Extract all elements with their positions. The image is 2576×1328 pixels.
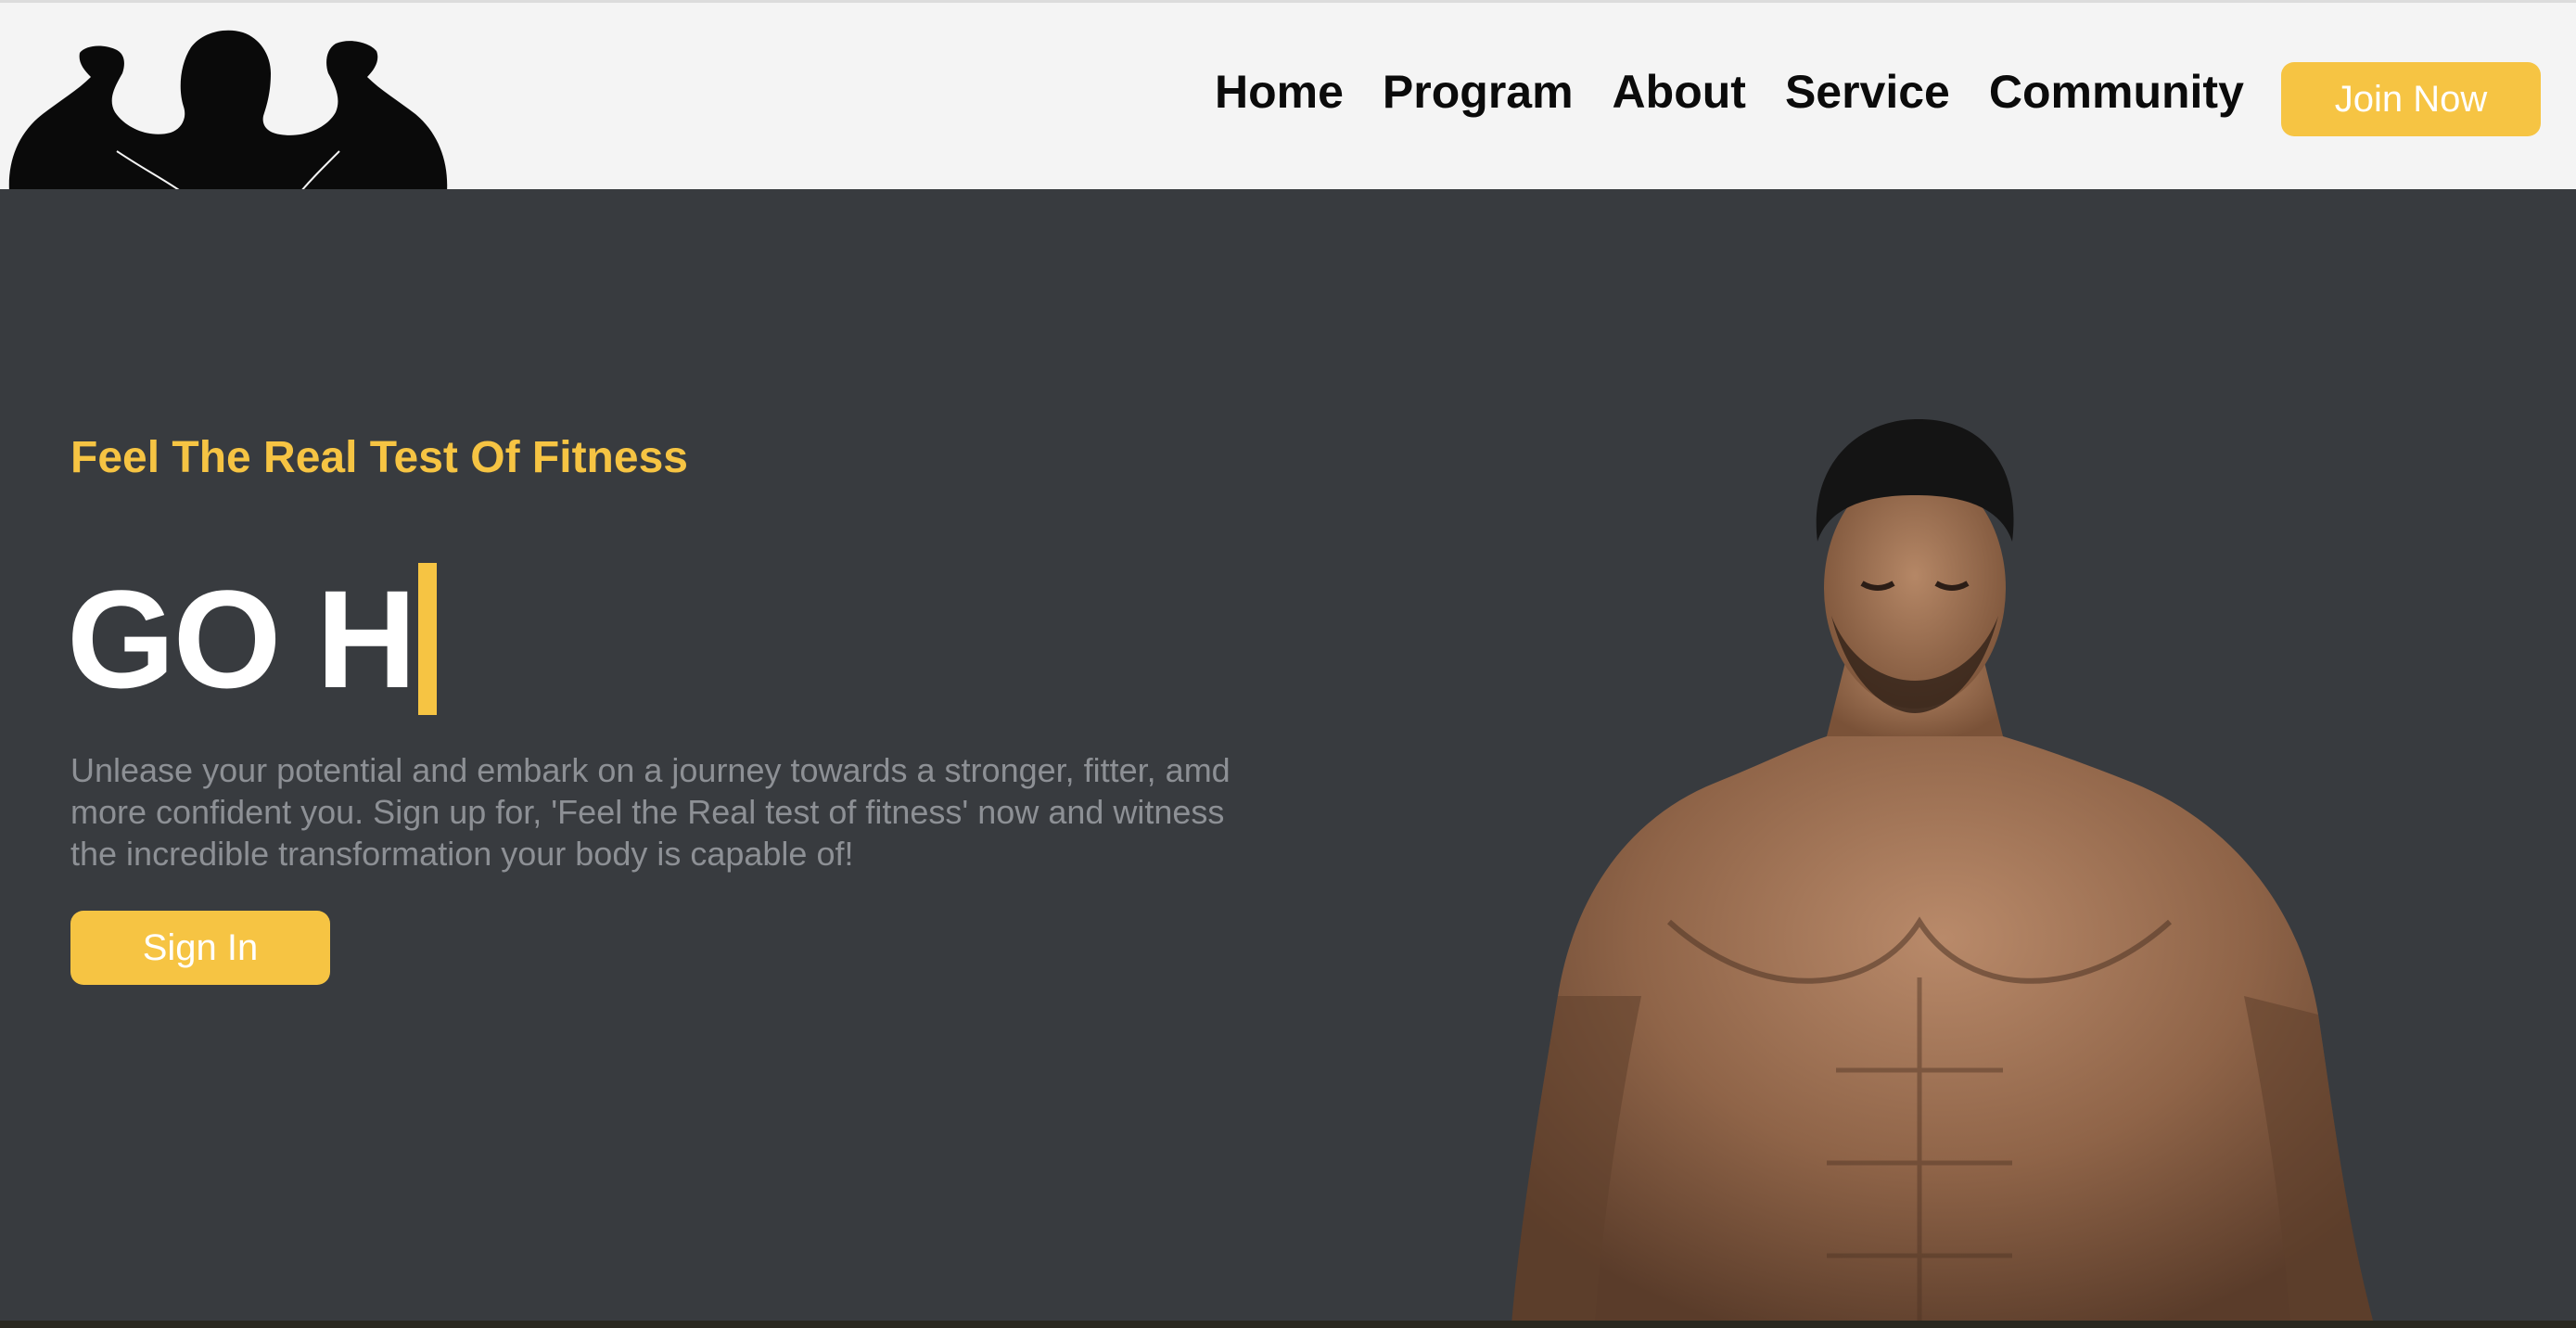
nav-link-program[interactable]: Program — [1383, 58, 1574, 125]
nav-links: Home Program About Service Community — [1215, 58, 2283, 125]
nav-link-home[interactable]: Home — [1215, 58, 1344, 125]
logo-icon[interactable] — [6, 21, 451, 192]
hero-tagline: Feel The Real Test Of Fitness — [70, 433, 688, 482]
hero-description: Unlease your potential and embark on a j… — [70, 751, 1231, 873]
bottom-strip — [0, 1321, 2576, 1328]
nav-link-about[interactable]: About — [1613, 58, 1746, 125]
hero-headline-wrap: GO H — [67, 560, 438, 718]
hero-image — [1484, 402, 2448, 1324]
page: Home Program About Service Community Joi… — [0, 0, 2576, 1328]
sign-in-button[interactable]: Sign In — [70, 911, 330, 985]
nav-link-service[interactable]: Service — [1785, 58, 1950, 125]
typing-cursor — [418, 563, 438, 715]
join-now-button[interactable]: Join Now — [2281, 62, 2541, 136]
nav-link-community[interactable]: Community — [1989, 58, 2244, 125]
hero-headline: GO H — [67, 561, 416, 717]
hero-section: Feel The Real Test Of Fitness GO H Unlea… — [0, 189, 2576, 1328]
navbar: Home Program About Service Community Joi… — [0, 0, 2576, 192]
